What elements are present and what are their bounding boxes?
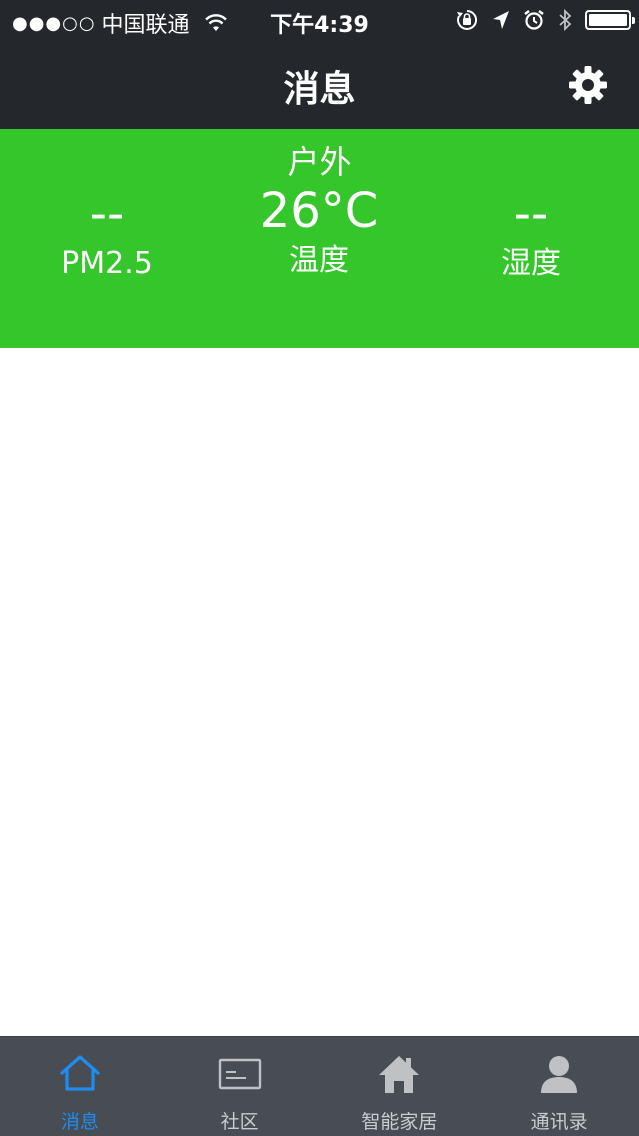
alarm-icon <box>524 10 544 30</box>
tab-messages[interactable]: 消息 <box>0 1037 160 1136</box>
phone-screen: ●●●○○ 中国联通 下午4:39 消息 户外 -- PM2.5 26°C 温度… <box>0 0 639 1136</box>
tab-contacts-label: 通讯录 <box>530 1111 588 1133</box>
rotation-lock-icon <box>457 9 478 30</box>
temperature-label: 温度 <box>289 243 349 278</box>
tab-smart-home[interactable]: 智能家居 <box>320 1037 480 1136</box>
tab-smart-home-label: 智能家居 <box>361 1111 438 1133</box>
battery-icon <box>585 10 635 30</box>
temperature-value: 26°C <box>259 183 379 239</box>
tab-community-label: 社区 <box>220 1111 259 1133</box>
pm25-value: -- <box>89 186 125 242</box>
navigation-bar: 消息 <box>0 40 639 129</box>
settings-gear-icon[interactable] <box>567 64 609 106</box>
battery-fill <box>589 14 627 26</box>
bottom-tab-bar: 消息 社区 智能家居 通讯录 <box>0 1036 639 1136</box>
location-arrow-icon <box>493 11 509 29</box>
status-bar: ●●●○○ 中国联通 下午4:39 <box>0 0 639 40</box>
home-outline-icon <box>60 1055 100 1091</box>
page-title: 消息 <box>283 69 356 110</box>
status-right <box>455 8 635 32</box>
weather-panel: 户外 -- PM2.5 26°C 温度 -- 湿度 <box>0 129 639 348</box>
bluetooth-icon <box>559 8 572 32</box>
temperature-metric: 26°C 温度 <box>219 181 419 281</box>
tab-community[interactable]: 社区 <box>160 1037 320 1136</box>
weather-location: 户外 <box>287 143 352 181</box>
humidity-label: 湿度 <box>501 246 561 281</box>
house-icon <box>379 1056 420 1093</box>
pm25-metric: -- PM2.5 <box>7 184 207 284</box>
tab-contacts[interactable]: 通讯录 <box>479 1037 639 1136</box>
person-icon <box>541 1056 578 1093</box>
tab-messages-label: 消息 <box>60 1111 99 1133</box>
card-icon <box>218 1058 261 1090</box>
humidity-value: -- <box>513 186 549 242</box>
humidity-metric: -- 湿度 <box>431 184 631 284</box>
pm25-label: PM2.5 <box>61 246 153 281</box>
